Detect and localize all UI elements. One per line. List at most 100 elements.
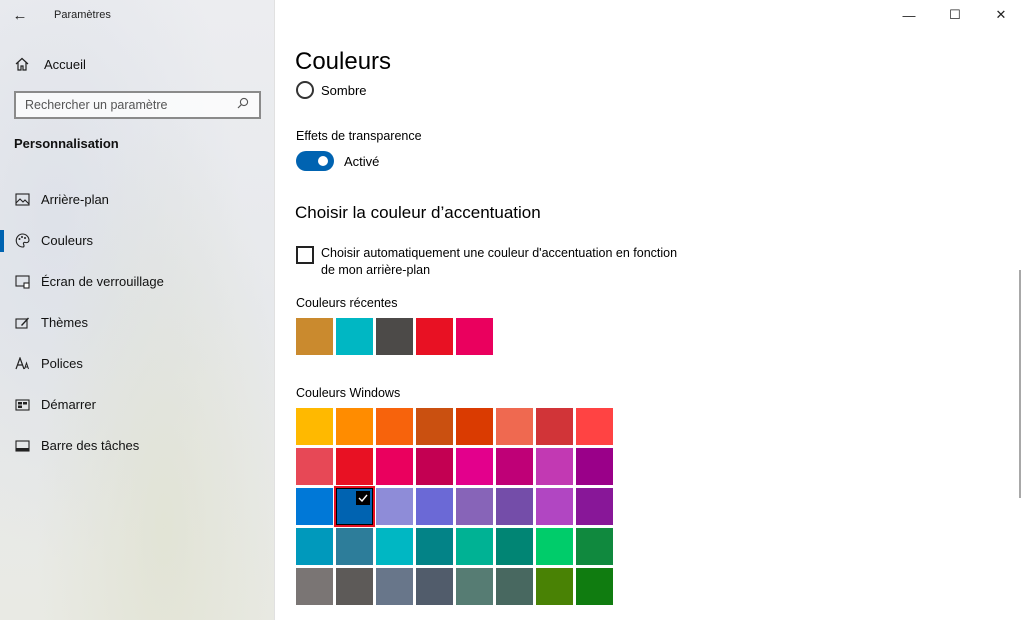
back-button[interactable]: ←: [0, 0, 40, 30]
windows-colors-label: Couleurs Windows: [296, 386, 401, 400]
recent-color-swatch[interactable]: [416, 318, 453, 355]
home-label: Accueil: [44, 56, 86, 72]
transparency-label: Effets de transparence: [296, 129, 422, 143]
color-swatch[interactable]: [576, 488, 613, 525]
windows-colors-grid: [296, 408, 616, 605]
sidebar-item-barre-des-taches[interactable]: Barre des tâches: [0, 425, 275, 466]
color-swatch[interactable]: [376, 568, 413, 605]
search-icon[interactable]: [237, 96, 249, 114]
sidebar-item-ecran-de-verrouillage[interactable]: Écran de verrouillage: [0, 261, 275, 302]
sidebar-item-label: Polices: [41, 356, 83, 371]
minimize-button[interactable]: —: [886, 0, 932, 30]
sidebar-item-label: Thèmes: [41, 315, 88, 330]
color-swatch[interactable]: [336, 408, 373, 445]
sidebar-item-demarrer[interactable]: Démarrer: [0, 384, 275, 425]
back-arrow-icon: ←: [12, 6, 28, 24]
color-swatch[interactable]: [536, 488, 573, 525]
color-swatch[interactable]: [496, 448, 533, 485]
color-swatch[interactable]: [416, 408, 453, 445]
color-swatch[interactable]: [336, 568, 373, 605]
color-swatch[interactable]: [496, 568, 533, 605]
themes-icon: [0, 316, 41, 330]
color-swatch[interactable]: [296, 408, 333, 445]
sidebar-item-polices[interactable]: Polices: [0, 343, 275, 384]
app-title: Paramètres: [54, 9, 111, 21]
color-swatch[interactable]: [336, 528, 373, 565]
recent-color-swatch[interactable]: [456, 318, 493, 355]
color-swatch[interactable]: [296, 448, 333, 485]
search-placeholder: Rechercher un paramètre: [25, 98, 168, 112]
radio-sombre[interactable]: Sombre: [296, 81, 367, 99]
color-swatch[interactable]: [456, 528, 493, 565]
home-link[interactable]: Accueil: [0, 50, 275, 78]
sidebar-item-themes[interactable]: Thèmes: [0, 302, 275, 343]
radio-circle[interactable]: [296, 81, 314, 99]
color-swatch[interactable]: [296, 488, 333, 525]
color-swatch[interactable]: [536, 408, 573, 445]
title-bar: ← Paramètres: [0, 0, 275, 30]
radio-label: Sombre: [321, 82, 367, 98]
color-swatch[interactable]: [416, 568, 453, 605]
recent-colors-label: Couleurs récentes: [296, 296, 398, 310]
color-swatch[interactable]: [536, 568, 573, 605]
color-swatch[interactable]: [576, 568, 613, 605]
color-swatch[interactable]: [496, 488, 533, 525]
window-controls: — ☐ ✕: [886, 0, 1024, 30]
color-swatch[interactable]: [336, 448, 373, 485]
taskbar-icon: [0, 439, 41, 452]
maximize-button[interactable]: ☐: [932, 0, 978, 30]
sidebar-item-label: Arrière-plan: [41, 192, 109, 207]
color-swatch[interactable]: [296, 568, 333, 605]
color-swatch-selected[interactable]: [334, 486, 375, 527]
color-swatch[interactable]: [376, 408, 413, 445]
color-swatch[interactable]: [496, 408, 533, 445]
auto-accent-option[interactable]: Choisir automatiquement une couleur d'ac…: [296, 245, 681, 279]
sidebar-item-label: Barre des tâches: [41, 438, 140, 453]
palette-icon: [0, 233, 41, 248]
maximize-icon: ☐: [949, 7, 961, 22]
close-icon: ✕: [995, 7, 1007, 22]
color-swatch[interactable]: [536, 448, 573, 485]
color-swatch[interactable]: [456, 488, 493, 525]
sidebar: ← Paramètres Accueil Rechercher un param…: [0, 0, 275, 620]
color-swatch[interactable]: [296, 528, 333, 565]
scrollbar[interactable]: [1019, 270, 1021, 498]
color-swatch[interactable]: [576, 528, 613, 565]
main-content: Couleurs Sombre Effets de transparence A…: [276, 0, 1024, 620]
color-swatch[interactable]: [576, 408, 613, 445]
color-swatch[interactable]: [376, 448, 413, 485]
color-swatch[interactable]: [456, 568, 493, 605]
color-swatch[interactable]: [576, 448, 613, 485]
sidebar-item-label: Écran de verrouillage: [41, 274, 164, 289]
accent-section-title: Choisir la couleur d’accentuation: [295, 203, 541, 222]
color-swatch[interactable]: [376, 488, 413, 525]
sidebar-item-label: Couleurs: [41, 233, 94, 248]
color-swatch[interactable]: [416, 488, 453, 525]
auto-accent-checkbox[interactable]: [296, 246, 314, 264]
color-swatch[interactable]: [496, 528, 533, 565]
page-title: Couleurs: [295, 48, 392, 75]
color-swatch[interactable]: [456, 448, 493, 485]
auto-accent-label: Choisir automatiquement une couleur d'ac…: [321, 246, 678, 277]
start-icon: [0, 398, 41, 411]
search-input[interactable]: Rechercher un paramètre: [14, 91, 261, 119]
transparency-toggle-row: Activé: [296, 151, 379, 171]
picture-icon: [0, 193, 41, 206]
close-button[interactable]: ✕: [978, 0, 1024, 30]
lock-screen-icon: [0, 274, 41, 289]
fonts-icon: [0, 357, 41, 370]
color-swatch[interactable]: [536, 528, 573, 565]
color-swatch[interactable]: [456, 408, 493, 445]
transparency-toggle[interactable]: [296, 151, 334, 171]
checkmark-icon: [356, 491, 370, 505]
recent-color-swatch[interactable]: [336, 318, 373, 355]
recent-color-swatch[interactable]: [296, 318, 333, 355]
sidebar-item-arriere-plan[interactable]: Arrière-plan: [0, 179, 275, 220]
section-title: Personnalisation: [14, 136, 119, 151]
recent-color-swatch[interactable]: [376, 318, 413, 355]
color-swatch[interactable]: [416, 448, 453, 485]
sidebar-item-label: Démarrer: [41, 397, 96, 412]
sidebar-item-couleurs[interactable]: Couleurs: [0, 220, 275, 261]
color-swatch[interactable]: [416, 528, 453, 565]
color-swatch[interactable]: [376, 528, 413, 565]
